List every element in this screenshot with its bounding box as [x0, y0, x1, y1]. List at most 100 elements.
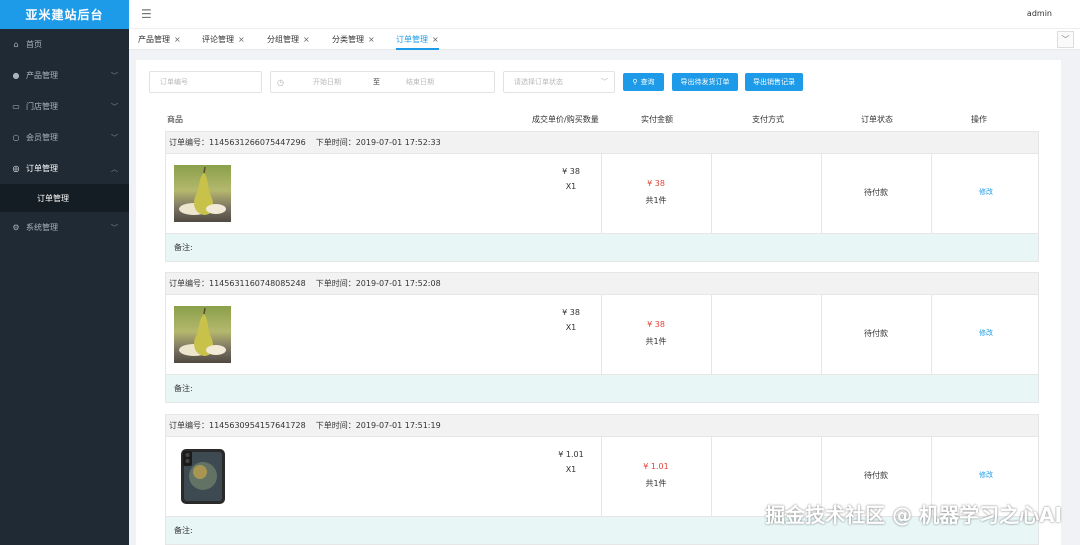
close-icon[interactable]: × — [238, 35, 245, 44]
order-card: 订单编号：1145631266075447296 下单时间：2019-07-01… — [165, 131, 1039, 262]
order-time: 下单时间：2019-07-01 17:51:19 — [315, 421, 441, 430]
export-pending-button[interactable]: 导出待发货订单 — [672, 73, 738, 91]
user-icon: ● — [12, 71, 20, 80]
chevron-up-icon: ︿ — [111, 164, 118, 173]
search-button[interactable]: ⚲ 查询 — [623, 73, 664, 91]
chevron-down-icon: ﹀ — [111, 102, 118, 111]
order-icon: ◎ — [12, 164, 20, 173]
item-count: 共1件 — [645, 337, 667, 346]
sidebar-item-members[interactable]: ○ 会员管理 ﹀ — [0, 122, 129, 153]
settings-icon: ⚙ — [12, 223, 20, 232]
order-number-input[interactable]: 订单编号 — [149, 71, 262, 93]
order-row: ¥ 38 X1 ¥ 38 共1件 待付款 修改 — [166, 154, 1038, 234]
date-separator: 至 — [373, 78, 380, 86]
order-time: 下单时间：2019-07-01 17:52:08 — [315, 279, 441, 288]
unit-price: ¥ 1.01 — [558, 450, 584, 459]
col-header-status: 订单状态 — [861, 115, 893, 124]
chevron-down-icon: ﹀ — [111, 133, 118, 142]
tab-comments[interactable]: 评论管理 × — [202, 29, 245, 50]
product-image-pear[interactable] — [174, 306, 231, 363]
col-header-actions: 操作 — [971, 115, 987, 124]
order-header: 订单编号：1145631266075447296 下单时间：2019-07-01… — [166, 132, 1038, 154]
status-badge: 待付款 — [864, 329, 888, 338]
search-icon: ⚲ — [632, 78, 638, 86]
sidebar-item-label: 产品管理 — [26, 71, 58, 80]
col-header-price-qty: 成交单价/购买数量 — [532, 115, 599, 124]
menu-toggle-icon[interactable]: ☰ — [141, 8, 152, 20]
status-select-placeholder: 请选择订单状态 — [514, 78, 563, 86]
order-card: 订单编号：1145631160748085248 下单时间：2019-07-01… — [165, 272, 1039, 403]
item-count: 共1件 — [645, 196, 667, 205]
close-icon[interactable]: × — [432, 35, 439, 44]
sidebar-item-products[interactable]: ● 产品管理 ﹀ — [0, 60, 129, 91]
date-range-input[interactable]: ◷ 开始日期 至 结束日期 — [270, 71, 495, 93]
tab-label: 分类管理 — [332, 35, 364, 44]
quantity: X1 — [565, 465, 577, 474]
search-button-label: 查询 — [640, 78, 655, 86]
tab-label: 产品管理 — [138, 35, 170, 44]
product-image-pear[interactable] — [174, 165, 231, 222]
tab-products[interactable]: 产品管理 × — [138, 29, 181, 50]
status-badge: 待付款 — [864, 188, 888, 197]
tab-bar: 产品管理 × 评论管理 × 分组管理 × 分类管理 × 订单管理 × ﹀ — [129, 29, 1080, 50]
order-row: ¥ 38 X1 ¥ 38 共1件 待付款 修改 — [166, 295, 1038, 375]
top-header: ☰ admin — [129, 0, 1080, 29]
edit-link[interactable]: 修改 — [966, 470, 1006, 480]
sidebar-item-system[interactable]: ⚙ 系统管理 ﹀ — [0, 212, 129, 243]
tab-label: 订单管理 — [396, 35, 428, 44]
sidebar: 亚米建站后台 ⌂ 首页 ● 产品管理 ﹀ ▭ 门店管理 ﹀ ○ 会员管理 ﹀ ◎… — [0, 0, 129, 545]
store-icon: ▭ — [12, 102, 20, 111]
item-count: 共1件 — [645, 479, 667, 488]
export-sales-button[interactable]: 导出销售记录 — [745, 73, 803, 91]
quantity: X1 — [565, 323, 577, 332]
end-date-field[interactable]: 结束日期 — [406, 77, 434, 87]
order-note: 备注: — [166, 375, 1038, 402]
order-header: 订单编号：1145631160748085248 下单时间：2019-07-01… — [166, 273, 1038, 295]
order-note: 备注: — [166, 234, 1038, 261]
sidebar-item-home[interactable]: ⌂ 首页 — [0, 29, 129, 60]
order-status-select[interactable]: 请选择订单状态 ﹀ — [503, 71, 615, 93]
member-icon: ○ — [12, 133, 20, 142]
close-icon[interactable]: × — [174, 35, 181, 44]
close-icon[interactable]: × — [303, 35, 310, 44]
start-date-field[interactable]: 开始日期 — [313, 77, 341, 87]
sidebar-item-stores[interactable]: ▭ 门店管理 ﹀ — [0, 91, 129, 122]
sidebar-item-orders[interactable]: ◎ 订单管理 ︿ — [0, 153, 129, 184]
paid-amount: ¥ 38 — [647, 179, 665, 188]
chevron-down-icon: ﹀ — [601, 78, 608, 86]
edit-link[interactable]: 修改 — [966, 328, 1006, 338]
clock-icon: ◷ — [277, 77, 284, 87]
unit-price: ¥ 38 — [562, 167, 580, 176]
home-icon: ⌂ — [13, 40, 19, 49]
tab-dropdown-icon[interactable]: ﹀ — [1057, 31, 1074, 48]
edit-link[interactable]: 修改 — [966, 187, 1006, 197]
status-badge: 待付款 — [864, 471, 888, 480]
chevron-down-icon: ﹀ — [111, 71, 118, 80]
product-image-phone[interactable] — [174, 448, 231, 505]
tab-groups[interactable]: 分组管理 × — [267, 29, 310, 50]
sidebar-subitem-orders[interactable]: 订单管理 — [0, 184, 129, 212]
close-icon[interactable]: × — [368, 35, 375, 44]
watermark: 掘金技术社区 @ 机器学习之心AI — [765, 503, 1062, 527]
sidebar-item-label: 订单管理 — [26, 164, 58, 173]
col-header-paid: 实付金额 — [641, 115, 673, 124]
order-header: 订单编号：1145630954157641728 下单时间：2019-07-01… — [166, 415, 1038, 437]
paid-amount: ¥ 1.01 — [643, 462, 669, 471]
quantity: X1 — [565, 182, 577, 191]
order-number: 订单编号：1145630954157641728 — [169, 421, 306, 430]
tab-label: 评论管理 — [202, 35, 234, 44]
brand-title: 亚米建站后台 — [0, 0, 129, 29]
tab-categories[interactable]: 分类管理 × — [332, 29, 375, 50]
col-header-pay-method: 支付方式 — [752, 115, 784, 124]
tab-orders[interactable]: 订单管理 × — [396, 29, 439, 50]
unit-price: ¥ 38 — [562, 308, 580, 317]
sidebar-item-label: 首页 — [26, 40, 42, 49]
sidebar-item-label: 门店管理 — [26, 102, 58, 111]
sidebar-item-label: 系统管理 — [26, 223, 58, 232]
order-time: 下单时间：2019-07-01 17:52:33 — [315, 138, 441, 147]
order-number: 订单编号：1145631160748085248 — [169, 279, 306, 288]
col-header-product: 商品 — [167, 115, 183, 124]
order-panel: 订单编号 ◷ 开始日期 至 结束日期 请选择订单状态 ﹀ ⚲ 查询 导出待发货订单… — [136, 60, 1061, 545]
user-menu[interactable]: admin — [1027, 9, 1052, 18]
chevron-down-icon: ﹀ — [111, 223, 118, 232]
